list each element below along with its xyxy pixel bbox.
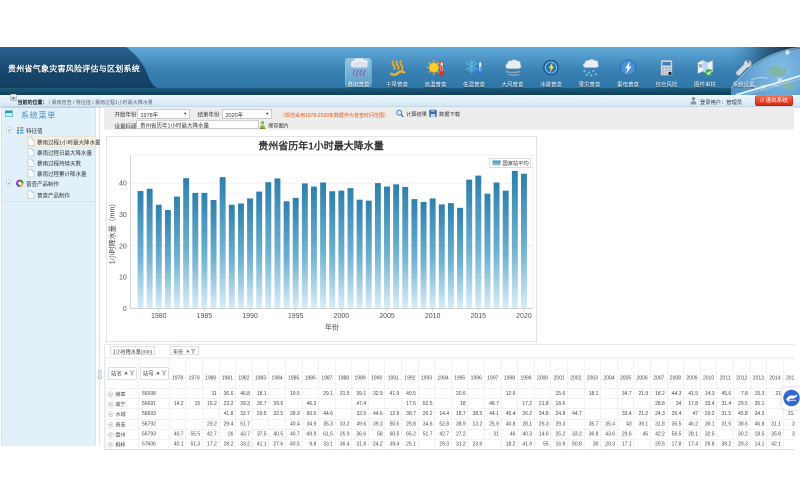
svg-text:国家站平均: 国家站平均 [503, 159, 529, 167]
svg-text:1980: 1980 [151, 313, 167, 320]
svg-text:贵州省历年1小时最大降水量: 贵州省历年1小时最大降水量 [258, 140, 384, 153]
svg-text:10: 10 [119, 275, 127, 282]
svg-text:年份: 年份 [325, 323, 339, 332]
svg-text:1985: 1985 [197, 313, 213, 320]
svg-text:40: 40 [119, 181, 127, 188]
svg-text:30: 30 [119, 212, 127, 219]
svg-text:1990: 1990 [242, 313, 258, 320]
svg-text:20: 20 [119, 243, 127, 250]
svg-text:2015: 2015 [471, 313, 487, 320]
svg-text:2000: 2000 [334, 313, 350, 320]
svg-text:0: 0 [123, 306, 127, 313]
svg-text:2005: 2005 [379, 313, 395, 320]
svg-text:2010: 2010 [425, 313, 441, 320]
svg-text:1995: 1995 [288, 313, 304, 320]
svg-text:2020: 2020 [516, 313, 532, 320]
